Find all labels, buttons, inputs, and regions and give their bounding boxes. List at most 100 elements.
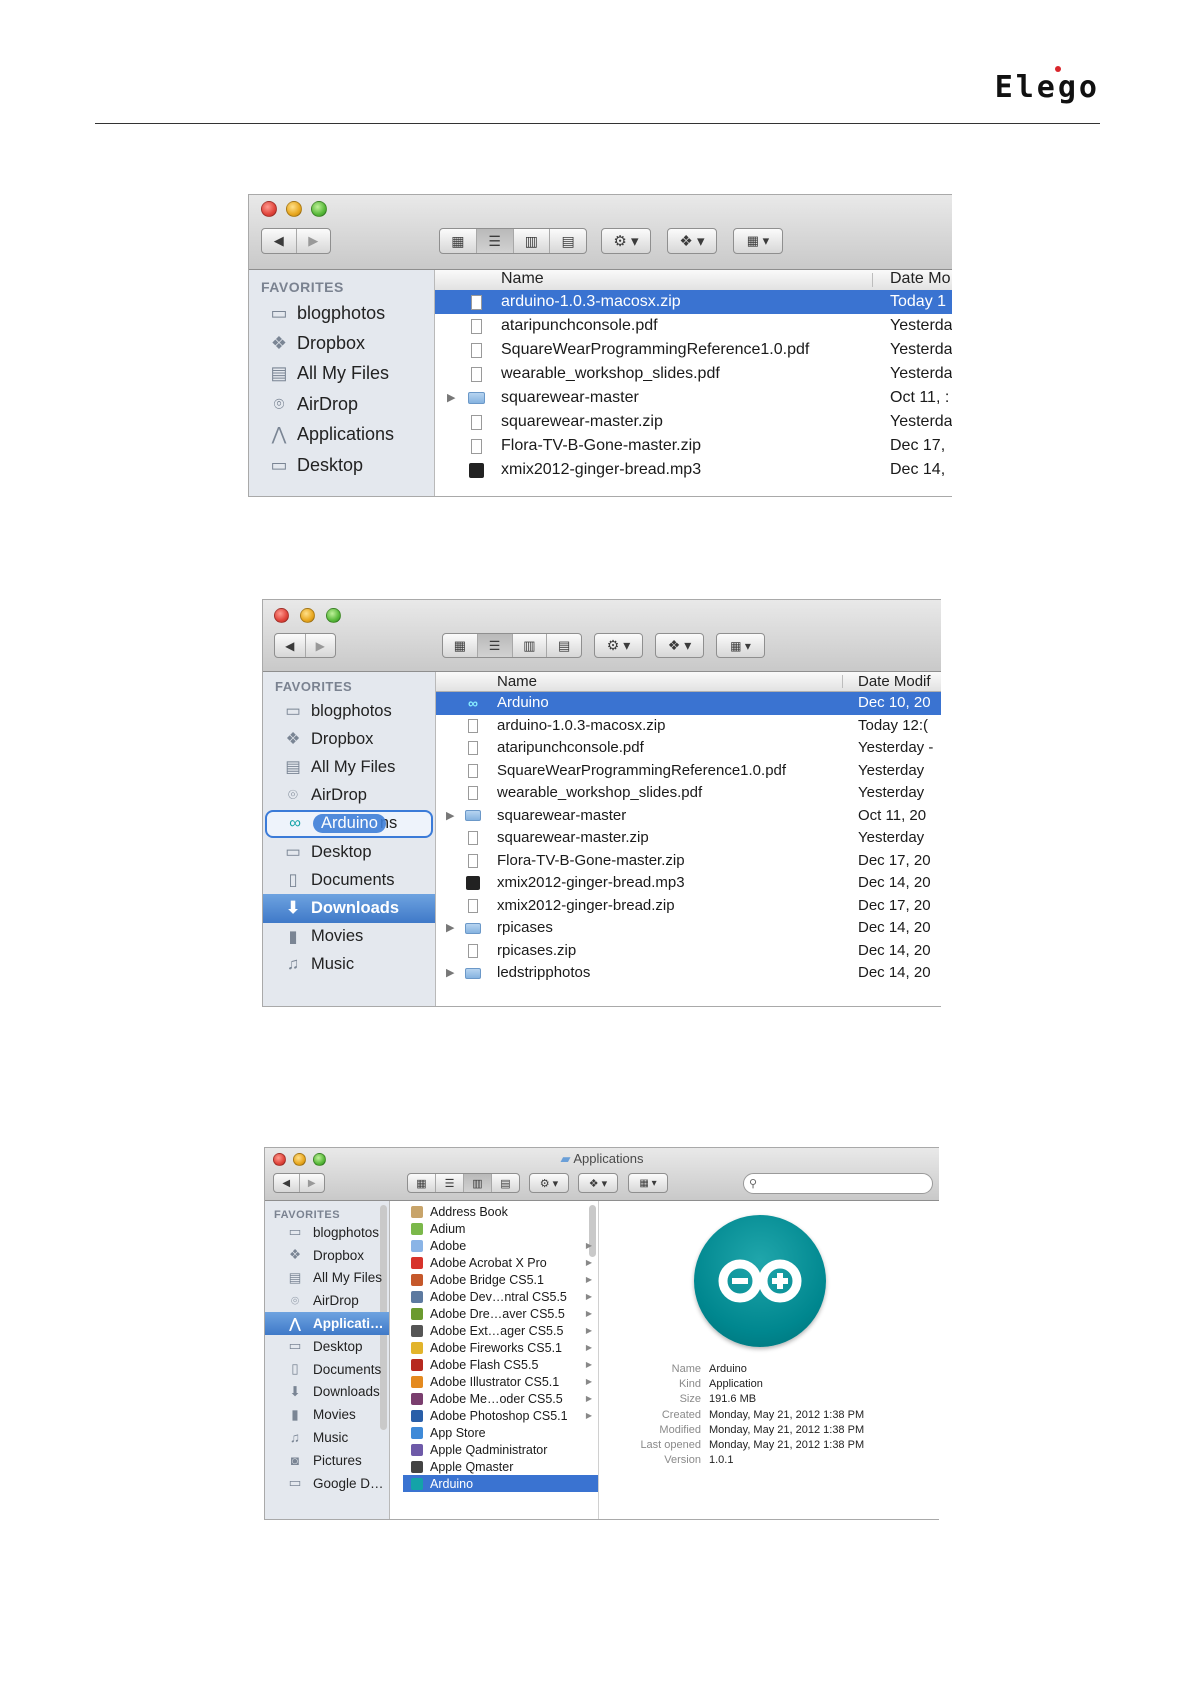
- app-list-item[interactable]: Adobe Photoshop CS5.1 ▶: [403, 1407, 598, 1424]
- sidebar-item-music[interactable]: ♫ Music: [263, 951, 435, 979]
- minimize-button[interactable]: [293, 1153, 306, 1166]
- app-list-item[interactable]: Adobe Ext…ager CS5.5 ▶: [403, 1322, 598, 1339]
- app-list-item[interactable]: Arduino: [403, 1475, 598, 1492]
- forward-icon[interactable]: ▶: [297, 229, 331, 253]
- sidebar-item-documents[interactable]: ▯ Documents: [265, 1358, 389, 1381]
- forward-icon[interactable]: ▶: [306, 634, 336, 657]
- forward-icon[interactable]: ▶: [300, 1174, 325, 1192]
- app-list-item[interactable]: Adobe Dev…ntral CS5.5 ▶: [403, 1288, 598, 1305]
- file-row[interactable]: wearable_workshop_slides.pdf Yesterda: [435, 362, 952, 386]
- icon-view-icon[interactable]: ▦: [408, 1174, 436, 1192]
- zoom-button[interactable]: [311, 201, 327, 217]
- file-row[interactable]: Flora-TV-B-Gone-master.zip Dec 17,: [435, 434, 952, 458]
- sidebar-item-dropbox[interactable]: ❖ Dropbox: [263, 725, 435, 753]
- sidebar-item-movies[interactable]: ▮ Movies: [263, 923, 435, 951]
- column-header-name[interactable]: Name: [497, 673, 537, 690]
- file-row[interactable]: ▶ rpicases Dec 14, 20: [436, 917, 941, 940]
- arrange-menu-button[interactable]: ▦ ▾: [733, 228, 783, 254]
- file-row[interactable]: SquareWearProgrammingReference1.0.pdf Yes…: [435, 338, 952, 362]
- app-list-item[interactable]: Adobe Fireworks CS5.1 ▶: [403, 1339, 598, 1356]
- arrange-menu-button[interactable]: ▦ ▾: [716, 633, 765, 658]
- file-row[interactable]: ataripunchconsole.pdf Yesterda: [435, 314, 952, 338]
- minimize-button[interactable]: [300, 608, 315, 623]
- close-button[interactable]: [261, 201, 277, 217]
- sidebar-item-folder[interactable]: ▭ blogphotos: [265, 1221, 389, 1244]
- sidebar-item-documents[interactable]: ▯ Documents: [263, 866, 435, 894]
- dropbox-menu-button[interactable]: ❖ ▾: [667, 228, 717, 254]
- zoom-button[interactable]: [326, 608, 341, 623]
- app-list-item[interactable]: Adobe Bridge CS5.1 ▶: [403, 1271, 598, 1288]
- dropbox-menu-button[interactable]: ❖ ▾: [655, 633, 704, 658]
- sidebar-item-dropbox[interactable]: ❖ Dropbox: [249, 328, 434, 358]
- sidebar-item-folder[interactable]: ▭ Google D…: [265, 1472, 389, 1495]
- app-list-item[interactable]: Apple Qmaster: [403, 1458, 598, 1475]
- sidebar-item-all-files[interactable]: ▤ All My Files: [249, 359, 434, 389]
- sidebar-item-desktop[interactable]: ▭ Desktop: [263, 838, 435, 866]
- icon-view-icon[interactable]: ▦: [443, 634, 478, 657]
- app-list-item[interactable]: Adobe Me…oder CS5.5 ▶: [403, 1390, 598, 1407]
- sidebar-item-airdrop[interactable]: ⌾ AirDrop: [265, 1289, 389, 1312]
- column-view-icon[interactable]: ▥: [513, 634, 548, 657]
- file-row[interactable]: arduino-1.0.3-macosx.zip Today 12:(: [436, 715, 941, 738]
- sidebar-item-all-files[interactable]: ▤ All My Files: [263, 753, 435, 781]
- sidebar-item-applications[interactable]: ⋀ Applicati…: [265, 1312, 389, 1335]
- disclosure-triangle-icon[interactable]: ▶: [446, 805, 454, 828]
- file-row[interactable]: ▶ squarewear-master Oct 11, 20: [436, 805, 941, 828]
- coverflow-view-icon[interactable]: ▤: [550, 229, 586, 253]
- file-row[interactable]: Flora-TV-B-Gone-master.zip Dec 17, 20: [436, 850, 941, 873]
- minimize-button[interactable]: [286, 201, 302, 217]
- list-view-icon[interactable]: ☰: [477, 634, 513, 657]
- coverflow-view-icon[interactable]: ▤: [492, 1174, 519, 1192]
- back-icon[interactable]: ◀: [262, 229, 297, 253]
- sidebar-item-desktop[interactable]: ▭ Desktop: [249, 450, 434, 480]
- sidebar-item-folder[interactable]: ▭ blogphotos: [249, 298, 434, 328]
- file-row[interactable]: wearable_workshop_slides.pdf Yesterday: [436, 782, 941, 805]
- file-row[interactable]: squarewear-master.zip Yesterday: [436, 827, 941, 850]
- sidebar-item-pictures[interactable]: ◙ Pictures: [265, 1449, 389, 1472]
- close-button[interactable]: [274, 608, 289, 623]
- file-row[interactable]: SquareWearProgrammingReference1.0.pdf Yes…: [436, 760, 941, 783]
- disclosure-triangle-icon[interactable]: ▶: [446, 917, 454, 940]
- app-list-item[interactable]: Adobe Illustrator CS5.1 ▶: [403, 1373, 598, 1390]
- sidebar-item-applications[interactable]: ⋀ Applications: [249, 420, 434, 450]
- app-list-item[interactable]: Address Book: [403, 1203, 598, 1220]
- sidebar-item-downloads[interactable]: ⬇ Downloads: [265, 1381, 389, 1404]
- file-row[interactable]: xmix2012-ginger-bread.mp3 Dec 14,: [435, 458, 952, 482]
- sidebar-item-movies[interactable]: ▮ Movies: [265, 1403, 389, 1426]
- file-row[interactable]: rpicases.zip Dec 14, 20: [436, 940, 941, 963]
- column-view-icon[interactable]: ▥: [514, 229, 551, 253]
- file-row[interactable]: arduino-1.0.3-macosx.zip Today 1: [435, 290, 952, 314]
- file-row[interactable]: squarewear-master.zip Yesterda: [435, 410, 952, 434]
- file-row[interactable]: ▶ ledstripphotos Dec 14, 20: [436, 962, 941, 985]
- back-icon[interactable]: ◀: [274, 1174, 300, 1192]
- file-row[interactable]: xmix2012-ginger-bread.mp3 Dec 14, 20: [436, 872, 941, 895]
- coverflow-view-icon[interactable]: ▤: [547, 634, 581, 657]
- dropbox-menu-button[interactable]: ❖ ▾: [578, 1173, 618, 1193]
- app-list-item[interactable]: Adobe Dre…aver CS5.5 ▶: [403, 1305, 598, 1322]
- list-view-icon[interactable]: ☰: [476, 229, 514, 253]
- disclosure-triangle-icon[interactable]: ▶: [446, 962, 454, 985]
- sidebar-item-airdrop[interactable]: ⌾ AirDrop: [263, 782, 435, 810]
- app-list-item[interactable]: Adobe Flash CS5.5 ▶: [403, 1356, 598, 1373]
- app-list-item[interactable]: Adobe ▶: [403, 1237, 598, 1254]
- sidebar-item-arduino[interactable]: ∞ Arduino ns: [265, 809, 433, 838]
- close-button[interactable]: [273, 1153, 286, 1166]
- sidebar-item-dropbox[interactable]: ❖ Dropbox: [265, 1244, 389, 1267]
- column-header-name[interactable]: Name: [501, 270, 544, 288]
- back-icon[interactable]: ◀: [275, 634, 306, 657]
- file-row[interactable]: ▶ squarewear-master Oct 11, :: [435, 386, 952, 410]
- file-row[interactable]: ataripunchconsole.pdf Yesterday -: [436, 737, 941, 760]
- action-menu-button[interactable]: ⚙ ▾: [529, 1173, 569, 1193]
- zoom-button[interactable]: [313, 1153, 326, 1166]
- sidebar-item-airdrop[interactable]: ⌾ AirDrop: [249, 389, 434, 419]
- sidebar-item-music[interactable]: ♫ Music: [265, 1426, 389, 1449]
- column-view-icon[interactable]: ▥: [464, 1174, 492, 1192]
- sidebar-item-downloads[interactable]: ⬇ Downloads: [263, 894, 435, 923]
- app-list-item[interactable]: Apple Qadministrator: [403, 1441, 598, 1458]
- file-row[interactable]: xmix2012-ginger-bread.zip Dec 17, 20: [436, 895, 941, 918]
- file-row[interactable]: ∞ Arduino Dec 10, 20: [436, 692, 941, 715]
- action-menu-button[interactable]: ⚙ ▾: [594, 633, 643, 658]
- column-header-date[interactable]: Date Modif: [858, 673, 931, 690]
- icon-view-icon[interactable]: ▦: [440, 229, 477, 253]
- search-field[interactable]: ⚲: [743, 1173, 933, 1194]
